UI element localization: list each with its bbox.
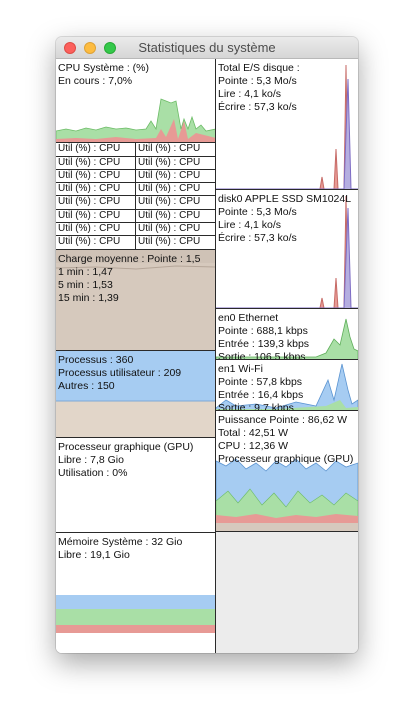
cpu-core-label: Util (%) : CPU: [138, 236, 201, 247]
window-title: Statistiques du système: [138, 40, 276, 55]
load-5min: 5 min : 1,53: [58, 279, 113, 291]
en1-title: en1 Wi-Fi: [218, 363, 263, 375]
memory-panel[interactable]: Mémoire Système : 32 Gio Libre : 19,1 Gi…: [56, 533, 216, 653]
cpu-panel[interactable]: CPU Système : (%) En cours : 7,0%: [56, 59, 216, 143]
cpu-core-label: Util (%) : CPU: [58, 143, 121, 154]
stats-window: Statistiques du système CPU Système : (%…: [56, 37, 358, 653]
cpu-core-cell[interactable]: Util (%) : CPU: [56, 210, 136, 223]
cpu-core-cell[interactable]: Util (%) : CPU: [136, 157, 216, 170]
disk-total-read: Lire : 4,1 ko/s: [218, 88, 282, 100]
en1-panel[interactable]: en1 Wi-Fi Pointe : 57,8 kbps Entrée : 16…: [216, 360, 358, 411]
gpu-title: Processeur graphique (GPU): [58, 441, 194, 453]
processes-total: Processus : 360: [58, 354, 134, 366]
processes-panel[interactable]: Processus : 360 Processus utilisateur : …: [56, 351, 216, 438]
power-title: Puissance Pointe : 86,62 W: [218, 414, 347, 426]
disk-total-panel[interactable]: Total E/S disque : Pointe : 5,3 Mo/s Lir…: [216, 59, 358, 190]
cpu-core-cell[interactable]: Util (%) : CPU: [56, 196, 136, 210]
power-gpu: Processeur graphique (GPU): [218, 453, 354, 465]
gpu-usage: Utilisation : 0%: [58, 467, 128, 479]
cpu-title: CPU Système : (%): [58, 62, 150, 74]
cpu-core-cell[interactable]: Util (%) : CPU: [136, 183, 216, 196]
cpu-core-label: Util (%) : CPU: [138, 183, 201, 194]
disk0-write: Écrire : 57,3 ko/s: [218, 232, 297, 244]
load-title: Charge moyenne : Pointe : 1,5: [58, 253, 201, 265]
cpu-core-cell[interactable]: Util (%) : CPU: [136, 143, 216, 157]
cpu-core-cell[interactable]: Util (%) : CPU: [136, 223, 216, 236]
cpu-current: En cours : 7,0%: [58, 75, 133, 87]
load-1min: 1 min : 1,47: [58, 266, 113, 278]
disk0-read: Lire : 4,1 ko/s: [218, 219, 282, 231]
disk0-peak: Pointe : 5,3 Mo/s: [218, 206, 297, 218]
cpu-core-cell[interactable]: Util (%) : CPU: [136, 236, 216, 250]
cpu-core-label: Util (%) : CPU: [58, 236, 121, 247]
cpu-core-label: Util (%) : CPU: [58, 223, 121, 234]
disk0-panel[interactable]: disk0 APPLE SSD SM1024L Pointe : 5,3 Mo/…: [216, 190, 358, 309]
cpu-core-cell[interactable]: Util (%) : CPU: [136, 196, 216, 210]
cpu-core-label: Util (%) : CPU: [58, 210, 121, 221]
en1-out: Sortie : 9,7 kbps: [218, 402, 294, 411]
disk-total-title: Total E/S disque :: [218, 62, 300, 74]
cpu-core-cell[interactable]: Util (%) : CPU: [136, 170, 216, 183]
processes-others: Autres : 150: [58, 380, 115, 392]
cpu-core-label: Util (%) : CPU: [58, 170, 121, 181]
cpu-core-cell[interactable]: Util (%) : CPU: [56, 183, 136, 196]
cpu-core-label: Util (%) : CPU: [58, 196, 121, 207]
memory-free: Libre : 19,1 Gio: [58, 549, 130, 561]
empty-area: [216, 532, 358, 653]
cpu-core-cell[interactable]: Util (%) : CPU: [56, 143, 136, 157]
cpu-core-cell[interactable]: Util (%) : CPU: [56, 236, 136, 250]
en1-peak: Pointe : 57,8 kbps: [218, 376, 303, 388]
en0-peak: Pointe : 688,1 kbps: [218, 325, 308, 337]
cpu-core-label: Util (%) : CPU: [138, 143, 201, 154]
power-total: Total : 42,51 W: [218, 427, 289, 439]
cpu-core-label: Util (%) : CPU: [138, 196, 201, 207]
en0-in: Entrée : 139,3 kbps: [218, 338, 310, 350]
disk-total-write: Écrire : 57,3 ko/s: [218, 101, 297, 113]
load-15min: 15 min : 1,39: [58, 292, 119, 304]
title-bar[interactable]: Statistiques du système: [56, 37, 358, 59]
disk0-title: disk0 APPLE SSD SM1024L: [218, 193, 352, 205]
en0-out: Sortie : 106,5 kbps: [218, 351, 306, 360]
cpu-core-cell[interactable]: Util (%) : CPU: [56, 170, 136, 183]
cpu-core-label: Util (%) : CPU: [138, 223, 201, 234]
cpu-core-cell[interactable]: Util (%) : CPU: [56, 223, 136, 236]
power-panel[interactable]: Puissance Pointe : 86,62 W Total : 42,51…: [216, 411, 358, 532]
gpu-panel[interactable]: Processeur graphique (GPU) Libre : 7,8 G…: [56, 438, 216, 533]
cpu-core-label: Util (%) : CPU: [138, 170, 201, 181]
cpu-core-label: Util (%) : CPU: [138, 157, 201, 168]
en0-panel[interactable]: en0 Ethernet Pointe : 688,1 kbps Entrée …: [216, 309, 358, 360]
cpu-core-cell[interactable]: Util (%) : CPU: [136, 210, 216, 223]
memory-title: Mémoire Système : 32 Gio: [58, 536, 183, 548]
disk-total-peak: Pointe : 5,3 Mo/s: [218, 75, 297, 87]
window-content: CPU Système : (%) En cours : 7,0% Util (…: [56, 59, 358, 653]
cpu-core-label: Util (%) : CPU: [138, 210, 201, 221]
en0-title: en0 Ethernet: [218, 312, 279, 324]
cpu-cores-grid: Util (%) : CPU Util (%) : CPU Util (%) :…: [56, 143, 216, 250]
en1-in: Entrée : 16,4 kbps: [218, 389, 304, 401]
load-panel[interactable]: Charge moyenne : Pointe : 1,5 1 min : 1,…: [56, 250, 216, 351]
cpu-core-label: Util (%) : CPU: [58, 183, 121, 194]
power-cpu: CPU : 12,36 W: [218, 440, 289, 452]
processes-user: Processus utilisateur : 209: [58, 367, 182, 379]
gpu-free: Libre : 7,8 Gio: [58, 454, 124, 466]
cpu-core-cell[interactable]: Util (%) : CPU: [56, 157, 136, 170]
cpu-core-label: Util (%) : CPU: [58, 157, 121, 168]
